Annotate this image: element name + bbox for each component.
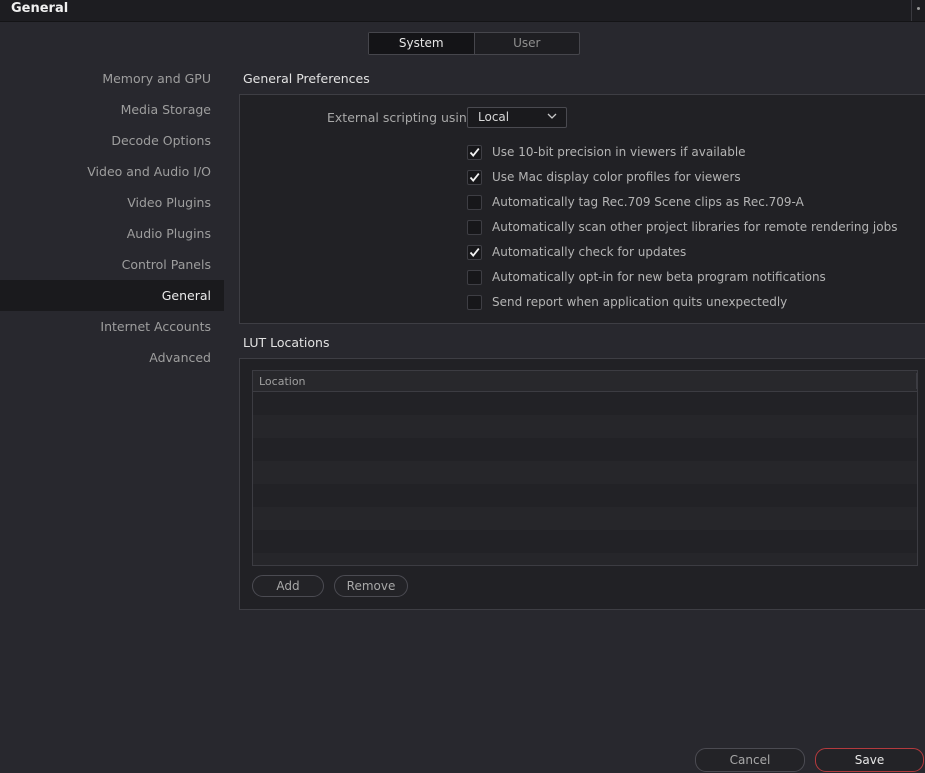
option-tag-rec709: Automatically tag Rec.709 Scene clips as… — [467, 194, 804, 210]
lut-locations-heading: LUT Locations — [243, 335, 330, 350]
chevron-down-icon — [547, 113, 557, 119]
location-column-label: Location — [259, 375, 306, 388]
general-preferences-heading: General Preferences — [243, 71, 370, 86]
checkbox-send-report[interactable] — [467, 294, 482, 310]
table-row — [253, 530, 917, 553]
remove-location-button[interactable]: Remove — [334, 575, 408, 597]
option-label: Automatically scan other project librari… — [492, 220, 898, 234]
table-row — [253, 438, 917, 461]
external-scripting-dropdown[interactable]: Local — [467, 107, 567, 128]
panel-options-icon[interactable] — [917, 7, 920, 10]
option-mac-color-profiles: Use Mac display color profiles for viewe… — [467, 169, 741, 185]
column-divider — [916, 373, 917, 389]
checkbox-10bit-precision[interactable] — [467, 144, 482, 160]
external-scripting-value: Local — [478, 110, 510, 124]
sidebar-item-general[interactable]: General — [0, 280, 224, 311]
checkbox-mac-color-profiles[interactable] — [467, 169, 482, 185]
checkbox-beta-notifications[interactable] — [467, 269, 482, 285]
option-send-report: Send report when application quits unexp… — [467, 294, 787, 310]
checkbox-tag-rec709[interactable] — [467, 194, 482, 210]
option-scan-project-libraries: Automatically scan other project librari… — [467, 219, 897, 235]
sidebar: Memory and GPU Media Storage Decode Opti… — [0, 63, 224, 373]
scope-tabs: System User — [368, 32, 580, 55]
checkmark-icon — [469, 247, 480, 257]
save-button[interactable]: Save — [815, 748, 924, 772]
table-row — [253, 484, 917, 507]
sidebar-item-advanced[interactable]: Advanced — [0, 342, 224, 373]
checkbox-check-updates[interactable] — [467, 244, 482, 260]
location-column-header[interactable]: Location — [253, 371, 917, 392]
sidebar-item-decode-options[interactable]: Decode Options — [0, 125, 224, 156]
option-10bit-precision: Use 10-bit precision in viewers if avail… — [467, 144, 746, 160]
checkmark-icon — [469, 172, 480, 182]
table-row — [253, 415, 917, 438]
add-location-button[interactable]: Add — [252, 575, 324, 597]
option-beta-notifications: Automatically opt-in for new beta progra… — [467, 269, 826, 285]
option-label: Automatically check for updates — [492, 245, 687, 259]
external-scripting-label: External scripting using — [327, 110, 475, 125]
sidebar-item-audio-plugins[interactable]: Audio Plugins — [0, 218, 224, 249]
option-label: Use Mac display color profiles for viewe… — [492, 170, 741, 184]
table-row — [253, 461, 917, 484]
option-label: Send report when application quits unexp… — [492, 295, 788, 309]
sidebar-item-video-plugins[interactable]: Video Plugins — [0, 187, 224, 218]
window-title: General — [11, 1, 69, 16]
checkbox-scan-project-libraries[interactable] — [467, 219, 482, 235]
tab-system[interactable]: System — [369, 33, 474, 54]
option-label: Automatically opt-in for new beta progra… — [492, 270, 826, 284]
lut-locations-table[interactable]: Location — [252, 370, 918, 566]
sidebar-item-control-panels[interactable]: Control Panels — [0, 249, 224, 280]
sidebar-item-video-and-audio-io[interactable]: Video and Audio I/O — [0, 156, 224, 187]
option-label: Automatically tag Rec.709 Scene clips as… — [492, 195, 804, 209]
tab-user[interactable]: User — [473, 33, 580, 54]
sidebar-item-media-storage[interactable]: Media Storage — [0, 94, 224, 125]
checkmark-icon — [469, 147, 480, 157]
cancel-button[interactable]: Cancel — [695, 748, 805, 772]
title-bar-divider — [911, 0, 912, 21]
title-bar: General — [0, 0, 925, 22]
sidebar-item-memory-and-gpu[interactable]: Memory and GPU — [0, 63, 224, 94]
table-row — [253, 392, 917, 415]
sidebar-item-internet-accounts[interactable]: Internet Accounts — [0, 311, 224, 342]
table-row — [253, 507, 917, 530]
option-check-updates: Automatically check for updates — [467, 244, 686, 260]
table-row — [253, 553, 917, 565]
option-label: Use 10-bit precision in viewers if avail… — [492, 145, 746, 159]
